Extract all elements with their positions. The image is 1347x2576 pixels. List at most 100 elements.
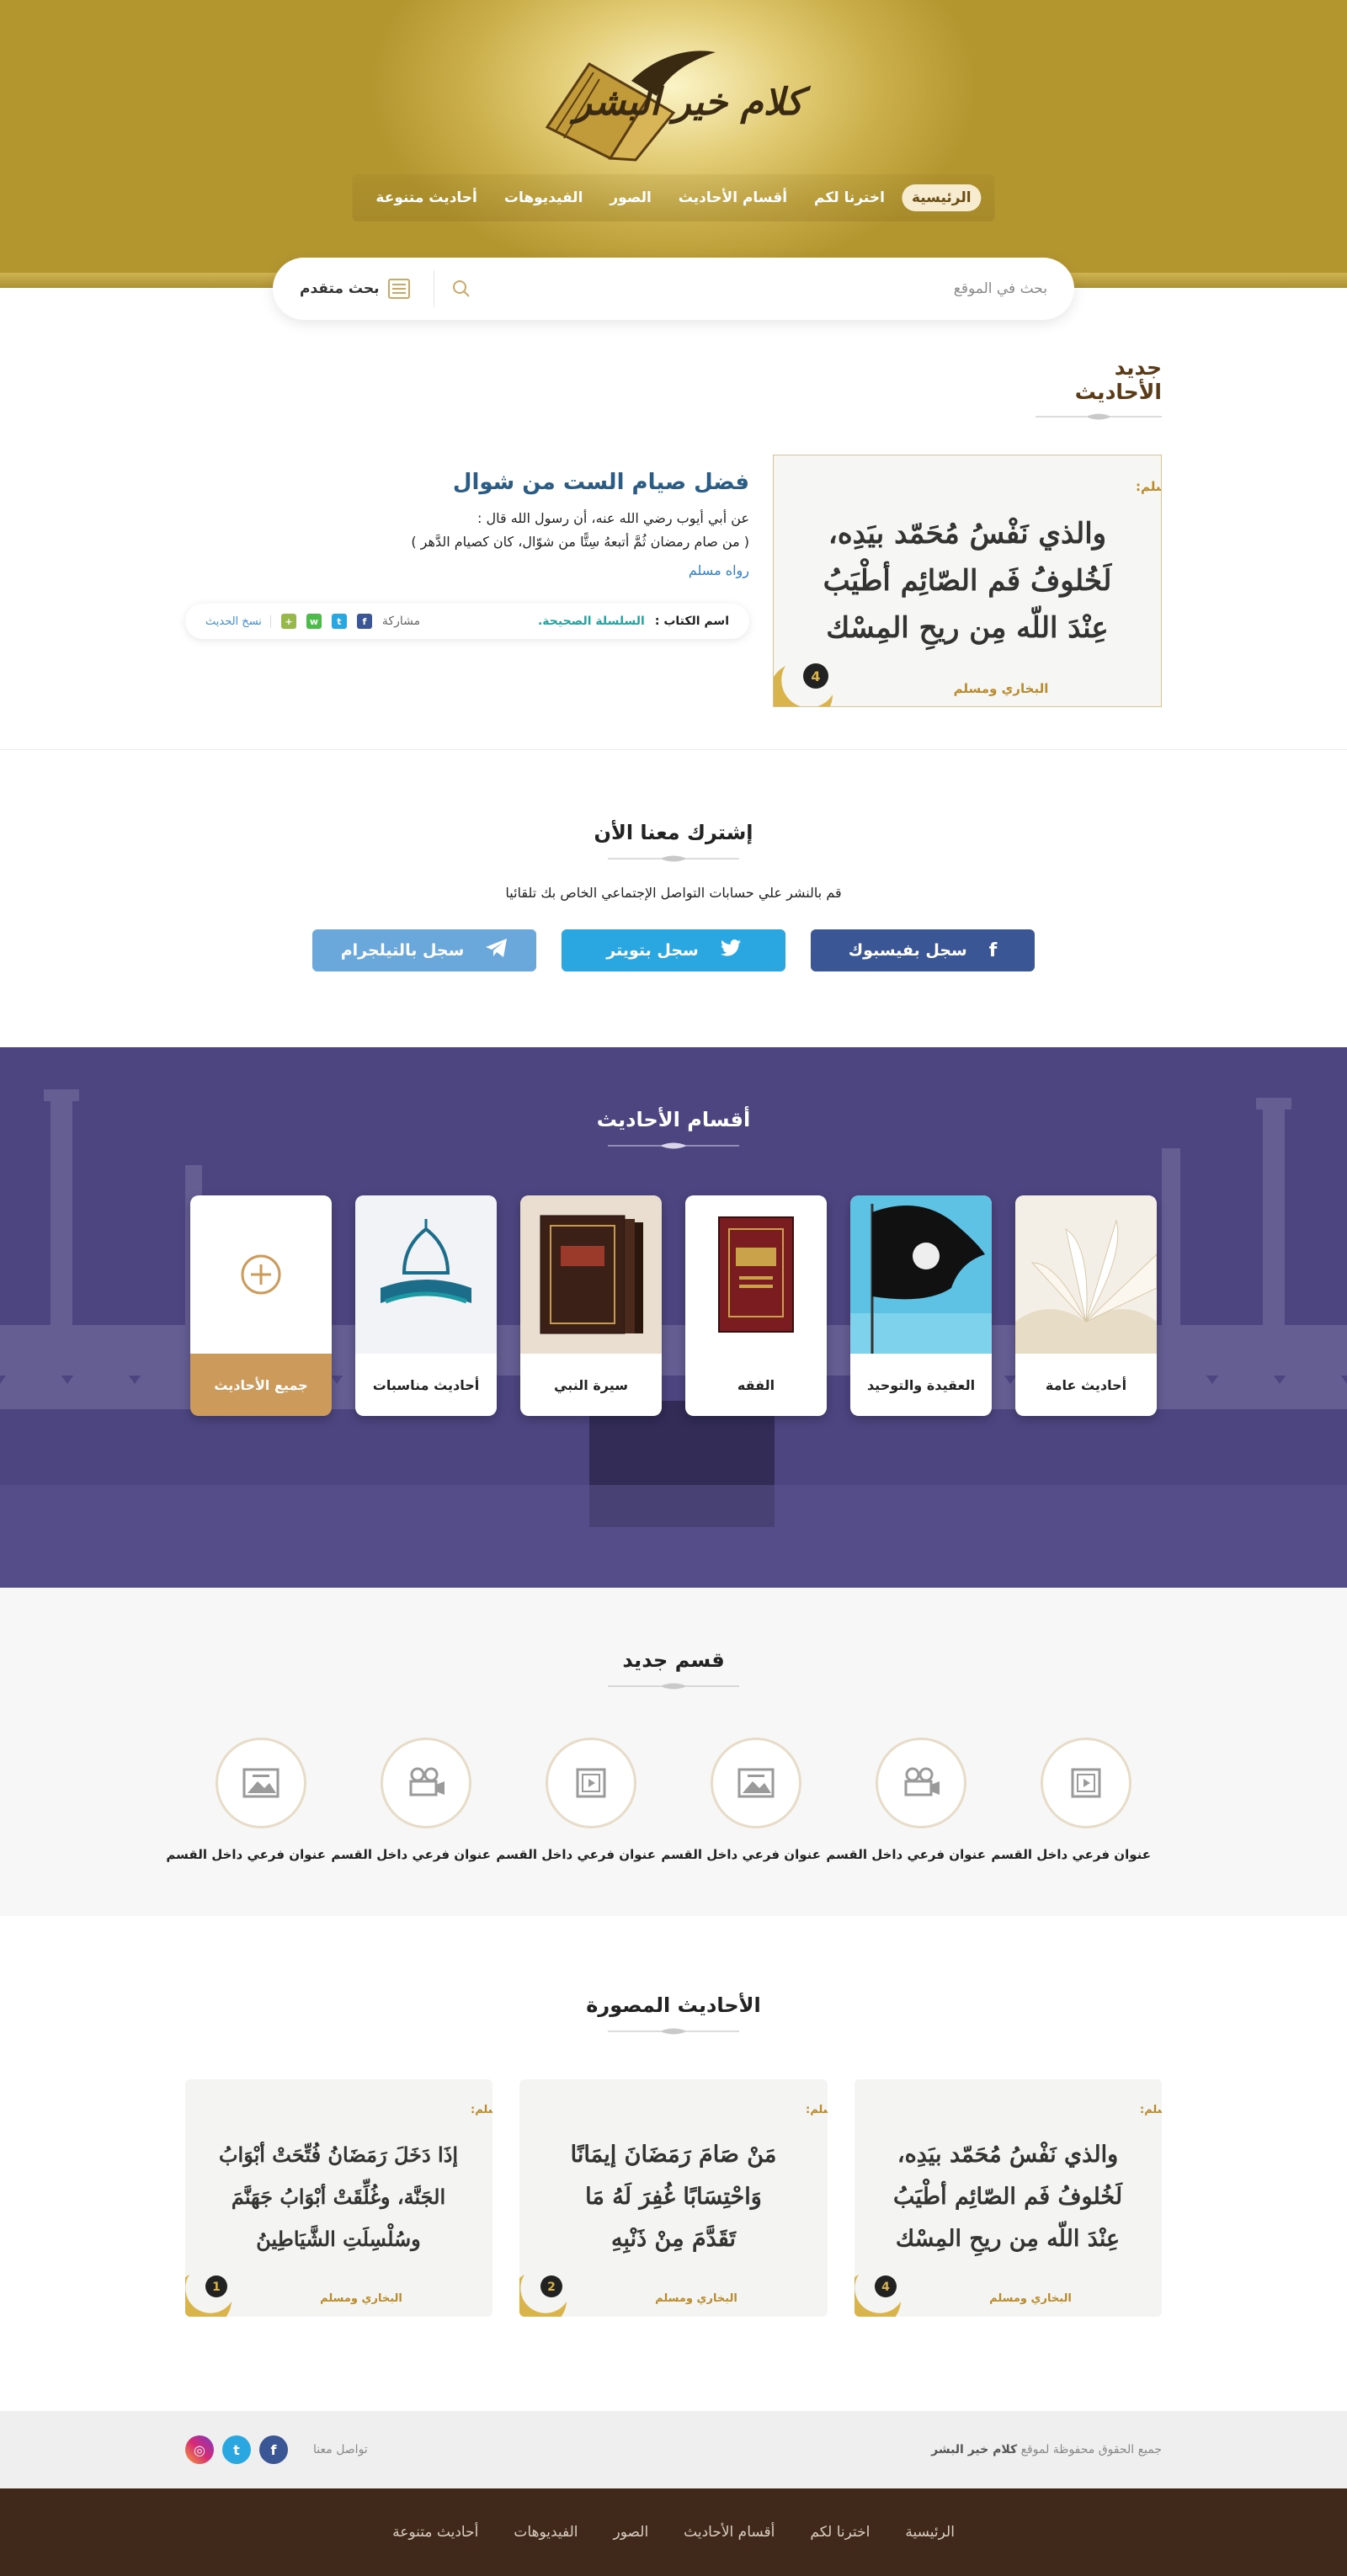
twitter-signup-label: سجل بتويتر [606, 941, 699, 960]
subsection-item[interactable]: عنوان فرعي داخل القسم [991, 1738, 1151, 1862]
more-share-icon[interactable]: + [280, 614, 296, 629]
svg-text:البخاري ومسلم: البخاري ومسلم [989, 2292, 1072, 2305]
site-logo[interactable]: كلام خير البشر [530, 47, 817, 165]
book-name-link[interactable]: السلسلة الصحيحة. [538, 615, 645, 628]
hadith-info-bar: اسم الكتاب : السلسلة الصحيحة. مشاركة f t… [185, 604, 749, 639]
social-links: تواصل معنا f t ◎ [185, 2435, 368, 2464]
svg-text:4: 4 [811, 668, 820, 684]
flag-image [850, 1195, 992, 1354]
hadith-text: ( من صام رمضان ثُمَّ أتبعهُ سِتًّا من شو… [411, 534, 749, 550]
nav-item-misc[interactable]: أحاديث متنوعة [365, 184, 487, 211]
footer-top-bar: جميع الحقوق محفوظة لموقع كلام خير البشر … [0, 2411, 1347, 2488]
subsection-item[interactable]: عنوان فرعي داخل القسم [166, 1738, 326, 1862]
svg-text:والذي نَفْسُ مُحَمّد بيَدِه،: والذي نَفْسُ مُحَمّد بيَدِه، [897, 2141, 1118, 2169]
whatsapp-share-icon[interactable]: w [306, 614, 322, 629]
svg-text:قال رسول الله صلى الله عليه وس: قال رسول الله صلى الله عليه وسلم: [806, 2104, 828, 2116]
footer-nav-picks[interactable]: اخترنا لكم [810, 2524, 870, 2541]
subsection-label: عنوان فرعي داخل القسم [331, 1847, 491, 1862]
footer-nav-sections[interactable]: أقسام الأحاديث [684, 2524, 775, 2541]
fiqh-book-image [685, 1195, 827, 1354]
seerah-books-image [520, 1195, 662, 1354]
facebook-signup-button[interactable]: f سجل بفيسبوك [811, 929, 1035, 971]
category-label: الفقه [737, 1376, 775, 1393]
advanced-search-label: بحث متقدم [300, 280, 380, 297]
hadith-title[interactable]: فضل صيام الست من شوال [185, 470, 749, 495]
svg-text:البخاري ومسلم: البخاري ومسلم [321, 2292, 403, 2305]
footer-nav-home[interactable]: الرئيسية [905, 2524, 955, 2541]
footer-nav-images[interactable]: الصور [614, 2524, 649, 2541]
category-card-occasions[interactable]: أحاديث مناسبات [355, 1195, 497, 1416]
category-card-all[interactable]: جميع الأحاديث [190, 1195, 332, 1416]
svg-text:والذي نَفْسُ مُحَمّد بيَدِه،: والذي نَفْسُ مُحَمّد بيَدِه، [828, 517, 1106, 551]
nav-item-images[interactable]: الصور [599, 184, 661, 211]
plus-circle-icon [241, 1254, 281, 1295]
search-input[interactable] [487, 280, 1047, 297]
new-section: قسم جديد عنوان فرعي داخل القسم عنوان فرع… [0, 1588, 1347, 1916]
advanced-search-button[interactable]: بحث متقدم [300, 279, 410, 299]
twitter-share-icon[interactable]: t [331, 614, 347, 629]
category-label: العقيدة والتوحيد [866, 1376, 976, 1393]
category-card-seerah[interactable]: سيرة النبي [520, 1195, 662, 1416]
nav-item-home[interactable]: الرئيسية [901, 184, 982, 211]
latest-section: جديد الأحاديث قال رسول الله صلى الله علي… [0, 288, 1347, 750]
twitter-signup-button[interactable]: سجل بتويتر [562, 929, 785, 971]
copy-hadith-link[interactable]: نسخ الحديث [205, 615, 271, 628]
footer-nav-misc[interactable]: أحاديث متنوعة [392, 2524, 478, 2541]
category-label: سيرة النبي [554, 1376, 628, 1393]
facebook-share-icon[interactable]: f [356, 614, 372, 629]
category-card-creed[interactable]: العقيدة والتوحيد [850, 1195, 992, 1416]
svg-text:وسُلْسِلَتِ الشَّيَاطِينُ: وسُلْسِلَتِ الشَّيَاطِينُ [257, 2223, 421, 2252]
site-footer: جميع الحقوق محفوظة لموقع كلام خير البشر … [0, 2411, 1347, 2576]
hadith-content: فضل صيام الست من شوال عن أبي أيوب رضي ال… [185, 455, 749, 639]
svg-text:إذَا دَخَلَ رَمَضَانُ فُتِّحَت: إذَا دَخَلَ رَمَضَانُ فُتِّحَتْ أبْوَابُ [219, 2140, 458, 2168]
facebook-signup-label: سجل بفيسبوك [848, 941, 967, 960]
subsection-item[interactable]: عنوان فرعي داخل القسم [826, 1738, 986, 1862]
subscribe-title: إشترك معنا الأن [594, 821, 753, 844]
ornament-divider [608, 2028, 739, 2035]
hadith-card-graphic: قال رسول الله صلى الله عليه وسلم: إذَا د… [185, 2079, 493, 2317]
ornament-divider [608, 1142, 739, 1149]
search-icon[interactable] [450, 277, 473, 301]
category-card-general[interactable]: أحاديث عامة [1015, 1195, 1157, 1416]
category-card-fiqh[interactable]: الفقه [685, 1195, 827, 1416]
film-icon [1041, 1738, 1131, 1828]
telegram-signup-label: سجل بالتيلجرام [340, 941, 465, 960]
picture-hadith-card[interactable]: قال رسول الله صلى الله عليه وسلم: والذي … [854, 2079, 1162, 2317]
svg-text:وَاحْتِسَابًا غُفِرَ لَهُ مَا: وَاحْتِسَابًا غُفِرَ لَهُ مَا [585, 2180, 762, 2211]
nav-item-videos[interactable]: الفيديوهات [494, 184, 594, 211]
subsection-item[interactable]: عنوان فرعي داخل القسم [496, 1738, 656, 1862]
subsection-item[interactable]: عنوان فرعي داخل القسم [331, 1738, 491, 1862]
book-label: اسم الكتاب : [654, 615, 729, 628]
hadith-card-graphic: قال رسول الله صلى الله عليه وسلم: مَنْ ص… [519, 2079, 828, 2317]
subscribe-description: قم بالنشر علي حسابات التواصل الإجتماعي ا… [505, 885, 842, 901]
facebook-icon[interactable]: f [259, 2435, 288, 2464]
telegram-signup-button[interactable]: سجل بالتيلجرام [312, 929, 536, 971]
pictures-title: الأحاديث المصورة [586, 1993, 761, 2017]
copyright-site-name[interactable]: كلام خير البشر [931, 2443, 1017, 2456]
open-book-image [1015, 1195, 1157, 1354]
category-cards: أحاديث عامة العقيدة والتوحيد الفقه سيرة … [185, 1195, 1162, 1416]
twitter-icon[interactable]: t [222, 2435, 251, 2464]
footer-nav: الرئيسية اخترنا لكم أقسام الأحاديث الصور… [0, 2488, 1347, 2576]
svg-text:عِنْدَ اللّه مِن ريحِ المِسْك: عِنْدَ اللّه مِن ريحِ المِسْك [896, 2221, 1120, 2257]
picture-hadith-card[interactable]: قال رسول الله صلى الله عليه وسلم: إذَا د… [185, 2079, 493, 2317]
instagram-icon[interactable]: ◎ [185, 2435, 214, 2464]
svg-text:2: 2 [547, 2281, 556, 2294]
nav-item-sections[interactable]: أقسام الأحاديث [668, 184, 797, 211]
hadith-card-graphic: قال رسول الله صلى الله عليه وسلم: والذي … [769, 455, 1347, 726]
picture-hadiths-section: الأحاديث المصورة قال رسول الله صلى الله … [0, 1916, 1347, 2411]
svg-text:مَنْ صَامَ رَمَضَانَ إيمَانًا: مَنْ صَامَ رَمَضَانَ إيمَانًا [570, 2142, 776, 2169]
footer-nav-videos[interactable]: الفيديوهات [514, 2524, 578, 2541]
nav-item-picks[interactable]: اخترنا لكم [804, 184, 895, 211]
subsection-item[interactable]: عنوان فرعي داخل القسم [661, 1738, 821, 1862]
subsection-label: عنوان فرعي داخل القسم [826, 1847, 986, 1862]
hadith-source: رواه مسلم [688, 562, 749, 578]
svg-text:تَقَدَّمَ مِنْ ذَنْبِهِ: تَقَدَّمَ مِنْ ذَنْبِهِ [611, 2225, 737, 2254]
image-icon [711, 1738, 801, 1828]
picture-hadith-card[interactable]: قال رسول الله صلى الله عليه وسلم: مَنْ ص… [519, 2079, 828, 2317]
svg-text:لَخُلوفُ فَم الصّائِم أطْيَبُ: لَخُلوفُ فَم الصّائِم أطْيَبُ [823, 558, 1112, 598]
featured-hadith-image[interactable]: قال رسول الله صلى الله عليه وسلم: والذي … [769, 455, 1347, 726]
subscribe-heading: إشترك معنا الأن [185, 821, 1162, 865]
category-label: أحاديث عامة [1045, 1376, 1127, 1393]
categories-title: أقسام الأحاديث [596, 1108, 751, 1131]
